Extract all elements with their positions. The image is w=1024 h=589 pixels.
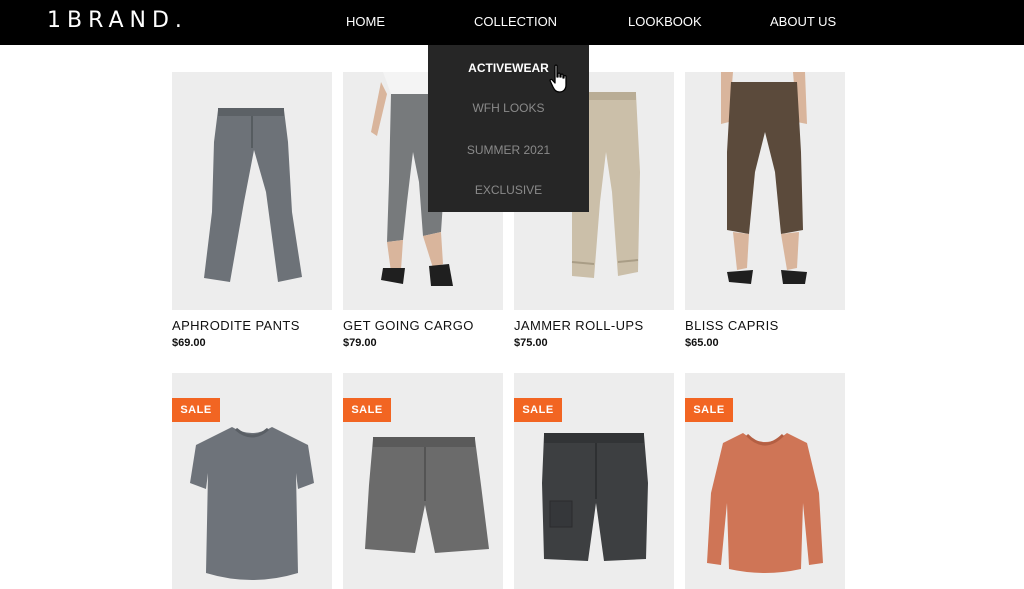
- dropdown-item-wfh-looks[interactable]: WFH LOOKS: [428, 101, 589, 115]
- brand-logo[interactable]: 1BRAND.: [47, 8, 188, 33]
- dropdown-item-summer-2021[interactable]: SUMMER 2021: [428, 143, 589, 157]
- sale-badge: SALE: [343, 398, 391, 422]
- sale-badge: SALE: [514, 398, 562, 422]
- hand-cursor-icon: [549, 64, 567, 93]
- model-brown-capris-icon: [721, 72, 807, 284]
- site-header: 1BRAND. HOME COLLECTION LOOKBOOK ABOUT U…: [0, 0, 1024, 45]
- product-name[interactable]: JAMMER ROLL-UPS: [514, 318, 644, 333]
- product-price: $65.00: [685, 337, 719, 349]
- sale-badge: SALE: [685, 398, 733, 422]
- gray-pants-icon: [204, 108, 302, 282]
- product-image-gray-tshirt[interactable]: SALE: [172, 373, 332, 589]
- product-image-orange-long-sleeve[interactable]: SALE: [685, 373, 845, 589]
- product-name[interactable]: BLISS CAPRIS: [685, 318, 779, 333]
- nav-collection[interactable]: COLLECTION: [474, 14, 557, 29]
- dropdown-item-exclusive[interactable]: EXCLUSIVE: [428, 183, 589, 197]
- sale-badge: SALE: [172, 398, 220, 422]
- product-name[interactable]: APHRODITE PANTS: [172, 318, 300, 333]
- product-price: $79.00: [343, 337, 377, 349]
- nav-home[interactable]: HOME: [346, 14, 385, 29]
- product-name[interactable]: GET GOING CARGO: [343, 318, 474, 333]
- product-image-gray-shorts[interactable]: SALE: [343, 373, 503, 589]
- product-image-brown-capris-model[interactable]: [685, 72, 845, 310]
- product-price: $75.00: [514, 337, 548, 349]
- nav-about-us[interactable]: ABOUT US: [770, 14, 836, 29]
- product-price: $69.00: [172, 337, 206, 349]
- product-image-gray-pants[interactable]: [172, 72, 332, 310]
- product-image-dark-gray-shorts[interactable]: SALE: [514, 373, 674, 589]
- nav-lookbook[interactable]: LOOKBOOK: [628, 14, 702, 29]
